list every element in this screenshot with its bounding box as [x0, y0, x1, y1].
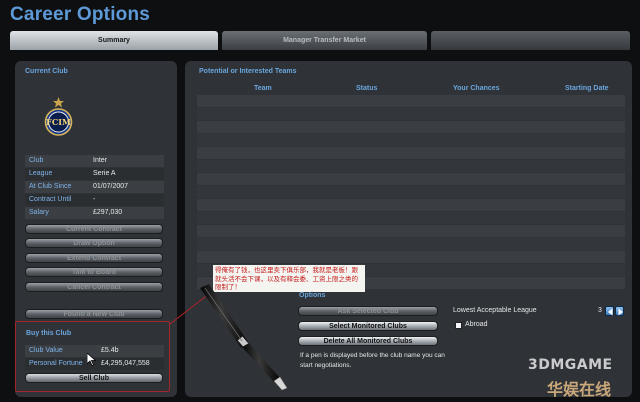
personal-fortune-label: Personal Fortune: [29, 360, 83, 367]
club-value: Inter: [93, 157, 108, 164]
found-new-club-button[interactable]: Found a New Club: [25, 309, 163, 319]
column-status[interactable]: Status: [356, 85, 377, 92]
table-row[interactable]: [197, 186, 625, 198]
fountain-pen-icon: [192, 280, 292, 392]
table-row[interactable]: [197, 134, 625, 146]
tab-manager-transfer-market[interactable]: Manager Transfer Market: [222, 31, 427, 50]
info-row-salary: Salary £297,030: [25, 207, 164, 219]
table-row[interactable]: [197, 108, 625, 120]
interested-teams-title: Potential or Interested Teams: [199, 68, 297, 75]
mouse-cursor-icon: [86, 351, 97, 370]
at-club-since-value: 01/07/2007: [93, 183, 129, 190]
arrow-right-icon: [618, 308, 623, 316]
current-club-title: Current Club: [25, 68, 68, 75]
abroad-checkbox[interactable]: [455, 322, 462, 329]
table-row[interactable]: [197, 225, 625, 237]
extend-contract-button[interactable]: Extend Contract: [25, 253, 163, 263]
ask-selected-club-button[interactable]: Ask Selected Club: [298, 306, 438, 316]
at-club-since-label: At Club Since: [29, 183, 72, 190]
personal-fortune-value: £4,295,047,558: [101, 360, 150, 367]
table-row[interactable]: [197, 95, 625, 107]
talk-to-board-button[interactable]: Talk to Board: [25, 267, 163, 277]
delete-all-monitored-clubs-button[interactable]: Delete All Monitored Clubs: [298, 336, 438, 346]
watermark-chinese: 华娱在线: [547, 380, 612, 399]
lowest-league-label: Lowest Acceptable League: [453, 307, 537, 314]
club-label: Club: [29, 157, 44, 164]
column-your-chances[interactable]: Your Chances: [453, 85, 500, 92]
abroad-label: Abroad: [465, 321, 488, 328]
inter-milan-crest-icon: FCIM: [42, 96, 75, 136]
buy-club-title: Buy this Club: [26, 330, 72, 337]
arrow-left-icon: [608, 308, 613, 316]
info-row-at-club-since: At Club Since 01/07/2007: [25, 181, 164, 193]
info-row-contract-until: Contract Until -: [25, 194, 164, 206]
salary-value: £297,030: [93, 209, 123, 216]
table-row[interactable]: [197, 238, 625, 250]
league-value: Serie A: [93, 170, 116, 177]
select-monitored-clubs-button[interactable]: Select Monitored Clubs: [298, 321, 438, 331]
club-value-value: £5.4b: [101, 347, 119, 354]
table-row[interactable]: [197, 251, 625, 263]
club-value-label: Club Value: [29, 347, 63, 354]
info-row-league: League Serie A: [25, 168, 164, 180]
column-team[interactable]: Team: [254, 85, 272, 92]
table-row[interactable]: [197, 147, 625, 159]
league-increase-button[interactable]: [615, 306, 624, 316]
lowest-league-value: 3: [598, 307, 602, 314]
info-row-club: Club Inter: [25, 155, 164, 167]
tab-bar: Summary Manager Transfer Market: [10, 31, 630, 50]
table-row[interactable]: [197, 212, 625, 224]
table-row[interactable]: [197, 173, 625, 185]
contract-until-value: -: [93, 196, 96, 203]
table-row[interactable]: [197, 121, 625, 133]
tab-extra[interactable]: [431, 31, 630, 50]
tab-summary[interactable]: Summary: [10, 31, 218, 50]
league-decrease-button[interactable]: [605, 306, 614, 316]
svg-text:FCIM: FCIM: [46, 117, 71, 127]
contract-until-label: Contract Until: [29, 196, 72, 203]
salary-label: Salary: [29, 209, 49, 216]
table-row[interactable]: [197, 199, 625, 211]
current-contract-button[interactable]: Current Contract: [25, 224, 163, 234]
cancel-contract-button[interactable]: Cancel Contract: [25, 282, 163, 292]
sell-club-button[interactable]: Sell Club: [25, 373, 163, 383]
draw-option-button[interactable]: Draw Option: [25, 238, 163, 248]
options-title: Options: [299, 292, 326, 299]
options-note: If a pen is displayed before the club na…: [300, 352, 445, 369]
watermark-3dmgame: 3DMGAME: [528, 357, 613, 373]
page-title: Career Options: [10, 4, 151, 25]
column-starting-date[interactable]: Starting Date: [565, 85, 609, 92]
table-row[interactable]: [197, 160, 625, 172]
league-label: League: [29, 170, 53, 177]
